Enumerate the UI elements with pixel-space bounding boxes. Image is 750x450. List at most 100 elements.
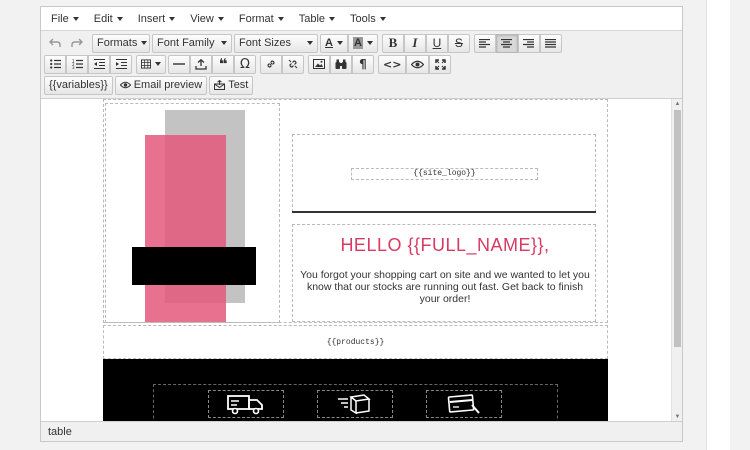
align-center-icon (501, 38, 513, 48)
scroll-down-arrow-icon[interactable]: ▼ (674, 413, 681, 421)
status-bar: table (41, 421, 682, 441)
page-right-gutter (730, 0, 750, 450)
menu-format[interactable]: Format (233, 8, 290, 30)
strikethrough-icon: S (454, 36, 463, 50)
vertical-scrollbar[interactable]: ▲ ▼ (671, 99, 682, 421)
strikethrough-button[interactable]: S (447, 33, 470, 53)
text-color-button[interactable]: A (320, 33, 348, 53)
footer-features (103, 359, 608, 421)
hero-section: {{site_logo}} HELLO {{FULL_NAME}}, You f… (103, 99, 608, 323)
email-preview-button[interactable]: Email preview (114, 75, 208, 95)
message-text[interactable]: You forgot your shopping cart on site an… (299, 269, 591, 305)
pink-block (145, 135, 226, 322)
scroll-up-arrow-icon[interactable]: ▲ (674, 100, 681, 108)
upload-icon (195, 58, 207, 70)
align-left-icon (479, 38, 491, 48)
chevron-down-icon (169, 16, 176, 21)
omega-icon: Ω (240, 56, 250, 72)
editor-content-area[interactable]: {{site_logo}} HELLO {{FULL_NAME}}, You f… (41, 98, 682, 421)
background-color-button[interactable]: A (347, 33, 378, 53)
feature-package[interactable] (317, 390, 393, 418)
pilcrow-icon: ¶ (359, 57, 367, 71)
italic-button[interactable]: I (403, 33, 426, 53)
blockquote-button[interactable]: ❝ (212, 54, 234, 74)
align-right-icon (523, 38, 535, 48)
fullscreen-icon (435, 58, 446, 70)
align-justify-button[interactable] (539, 33, 562, 53)
menu-tools[interactable]: Tools (344, 8, 392, 30)
preview-button[interactable] (406, 54, 430, 74)
variables-button[interactable]: {{variables}} (44, 75, 113, 95)
indent-button[interactable] (110, 54, 132, 74)
outdent-icon (93, 59, 105, 69)
unlink-button[interactable] (282, 54, 304, 74)
show-blocks-button[interactable]: ¶ (352, 54, 374, 74)
chevron-down-icon (217, 16, 224, 21)
chevron-down-icon (336, 41, 343, 45)
image-button[interactable] (308, 54, 330, 74)
horizontal-rule-icon (173, 63, 185, 65)
toolbar-row-3: {{variables}} Email preview Test (41, 74, 682, 96)
products-placeholder[interactable]: {{products}} (103, 325, 608, 359)
undo-button[interactable] (44, 34, 66, 53)
menu-edit[interactable]: Edit (88, 8, 129, 30)
footer-features-table (153, 384, 558, 421)
binoculars-icon (335, 59, 347, 69)
scrollbar-thumb[interactable] (674, 110, 681, 347)
align-left-button[interactable] (473, 33, 496, 53)
feature-shipping[interactable] (208, 390, 284, 418)
formats-dropdown[interactable]: Formats (92, 33, 150, 53)
rich-text-editor: File Edit Insert View Format Table Tools… (40, 6, 683, 442)
black-bar (132, 247, 256, 285)
code-icon: <> (383, 57, 402, 71)
bullet-list-button[interactable] (44, 54, 66, 74)
undo-icon (49, 38, 61, 47)
chevron-down-icon (277, 16, 284, 21)
link-icon (267, 60, 275, 68)
font-sizes-dropdown[interactable]: Font Sizes (234, 33, 318, 53)
menu-view[interactable]: View (184, 8, 230, 30)
numbered-list-button[interactable]: 123 (66, 54, 88, 74)
source-code-button[interactable]: <> (378, 54, 407, 74)
insert-button[interactable] (190, 54, 212, 74)
greeting-heading[interactable]: HELLO {{FULL_NAME}}, (293, 235, 597, 256)
hero-text-cell: {{site_logo}} HELLO {{FULL_NAME}}, You f… (292, 134, 596, 322)
package-icon (338, 394, 371, 415)
chevron-down-icon (72, 16, 79, 21)
menu-insert[interactable]: Insert (132, 8, 182, 30)
chevron-down-icon (307, 41, 313, 45)
horizontal-rule-button[interactable] (168, 54, 190, 74)
divider-line (292, 211, 596, 213)
italic-icon: I (412, 35, 418, 50)
logo-area: {{site_logo}} (292, 134, 596, 212)
bullet-list-icon (49, 59, 61, 69)
fullscreen-button[interactable] (429, 54, 452, 74)
greeting-area: HELLO {{FULL_NAME}}, You forgot your sho… (292, 224, 596, 322)
font-family-dropdown[interactable]: Font Family (152, 33, 232, 53)
underline-button[interactable]: U (425, 33, 448, 53)
menu-table[interactable]: Table (293, 8, 341, 30)
text-color-icon: A (325, 37, 333, 49)
element-path[interactable]: table (48, 426, 72, 438)
find-replace-button[interactable] (330, 54, 352, 74)
test-button[interactable]: Test (209, 75, 254, 95)
align-center-button[interactable] (495, 33, 518, 53)
table-dropdown[interactable] (136, 54, 166, 74)
redo-button[interactable] (66, 34, 88, 53)
link-button[interactable] (260, 54, 282, 74)
outdent-button[interactable] (88, 54, 110, 74)
menubar: File Edit Insert View Format Table Tools (41, 7, 682, 31)
site-logo-placeholder[interactable]: {{site_logo}} (351, 168, 538, 180)
indent-icon (115, 59, 127, 69)
feature-payment[interactable] (426, 390, 502, 418)
redo-icon (71, 38, 83, 47)
menu-file[interactable]: File (45, 8, 85, 30)
align-right-button[interactable] (517, 33, 540, 53)
special-character-button[interactable]: Ω (234, 54, 256, 74)
bold-button[interactable]: B (381, 33, 404, 53)
send-mail-icon (214, 80, 226, 90)
unlink-icon (288, 59, 298, 69)
chevron-down-icon (379, 16, 386, 21)
table-icon (141, 59, 151, 69)
bold-icon: B (388, 35, 398, 50)
